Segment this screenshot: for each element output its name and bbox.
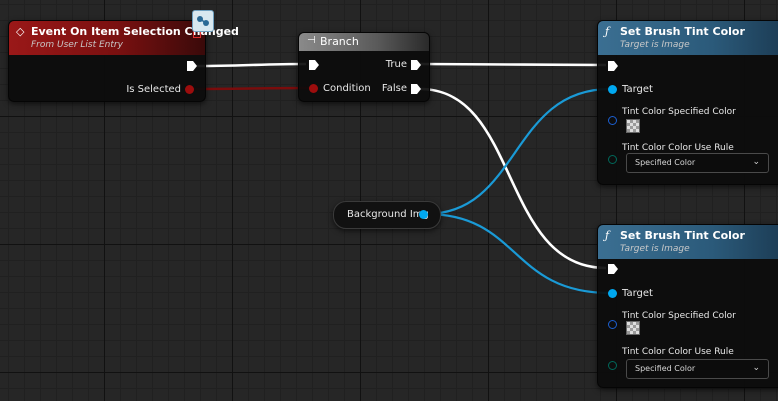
true-label: True xyxy=(385,59,407,70)
set-tint-1-exec-in-pin[interactable] xyxy=(608,61,618,71)
object-wire-img-target1 xyxy=(425,87,611,216)
set-tint-1-color-use-rule-pin[interactable] xyxy=(608,155,617,164)
exec-wire-false-settint2 xyxy=(419,87,607,270)
branch-node-header: ⊣ Branch xyxy=(299,33,429,51)
set-tint-2-subtitle: Target is Image xyxy=(620,244,690,254)
bool-wire-selected-condition xyxy=(187,86,313,91)
condition-pin[interactable] xyxy=(309,84,318,93)
set-tint-1-subtitle: Target is Image xyxy=(620,40,690,50)
set-tint-2-dropdown-value: Specified Color xyxy=(635,364,696,373)
set-tint-1-color-use-rule-label: Tint Color Color Use Rule xyxy=(622,143,734,153)
condition-label: Condition xyxy=(323,83,371,94)
set-tint-1-dropdown-value: Specified Color xyxy=(635,158,696,167)
background-img-out-pin[interactable] xyxy=(419,210,428,219)
set-tint-2-color-use-rule-dropdown[interactable]: Specified Color ⌄ xyxy=(626,359,769,379)
event-on-item-selection-changed-node[interactable]: ◇ Event On Item Selection Changed From U… xyxy=(8,20,239,102)
set-tint-2-color-use-rule-pin[interactable] xyxy=(608,361,617,370)
exec-wire-true-settint1 xyxy=(419,62,607,67)
false-exec-out-pin[interactable] xyxy=(411,84,421,94)
set-tint-1-color-use-rule-dropdown[interactable]: Specified Color ⌄ xyxy=(626,153,769,173)
set-tint-2-exec-in-pin[interactable] xyxy=(608,264,618,274)
chevron-down-icon: ⌄ xyxy=(752,363,760,373)
background-img-variable-node[interactable]: Background Img xyxy=(333,201,441,229)
set-tint-1-color-swatch[interactable] xyxy=(626,119,640,133)
set-tint-2-color-use-rule-label: Tint Color Color Use Rule xyxy=(622,347,734,357)
set-tint-1-header: ƒ Set Brush Tint Color Target is Image xyxy=(598,21,778,55)
network-replicated-icon xyxy=(192,10,214,32)
function-icon: ƒ xyxy=(605,229,610,242)
object-wire-img-target2 xyxy=(425,212,611,295)
is-selected-pin[interactable] xyxy=(185,85,194,94)
set-tint-2-specified-color-label: Tint Color Specified Color xyxy=(622,311,736,321)
set-tint-2-target-pin[interactable] xyxy=(608,289,617,298)
branch-node[interactable]: ⊣ Branch Condition True False xyxy=(298,32,430,102)
background-img-label: Background Img xyxy=(347,209,429,220)
event-node-subtitle: From User List Entry xyxy=(31,40,123,50)
set-tint-2-specified-color-pin[interactable] xyxy=(608,320,617,329)
event-node-header: ◇ Event On Item Selection Changed From U… xyxy=(9,21,239,55)
set-brush-tint-color-node-2[interactable]: ƒ Set Brush Tint Color Target is Image T… xyxy=(597,224,778,388)
event-exec-out-pin[interactable] xyxy=(187,61,197,71)
true-exec-out-pin[interactable] xyxy=(411,60,421,70)
chevron-down-icon: ⌄ xyxy=(752,157,760,167)
false-label: False xyxy=(381,83,407,94)
set-tint-2-header: ƒ Set Brush Tint Color Target is Image xyxy=(598,225,778,259)
set-tint-2-color-swatch[interactable] xyxy=(626,321,640,335)
set-tint-1-target-pin[interactable] xyxy=(608,85,617,94)
set-tint-2-title: Set Brush Tint Color xyxy=(620,229,745,242)
branch-icon: ⊣ xyxy=(307,35,316,46)
function-icon: ƒ xyxy=(605,25,610,38)
set-tint-1-target-label: Target xyxy=(622,84,653,95)
set-tint-1-title: Set Brush Tint Color xyxy=(620,25,745,38)
is-selected-label: Is Selected xyxy=(126,84,181,95)
set-brush-tint-color-node-1[interactable]: ƒ Set Brush Tint Color Target is Image T… xyxy=(597,20,778,185)
event-diamond-icon: ◇ xyxy=(16,25,25,38)
set-tint-2-target-label: Target xyxy=(622,288,653,299)
branch-exec-in-pin[interactable] xyxy=(309,60,319,70)
exec-wire-event-branch xyxy=(195,62,307,68)
set-tint-1-specified-color-label: Tint Color Specified Color xyxy=(622,107,736,117)
set-tint-1-specified-color-pin[interactable] xyxy=(608,116,617,125)
branch-node-title: Branch xyxy=(320,35,359,48)
